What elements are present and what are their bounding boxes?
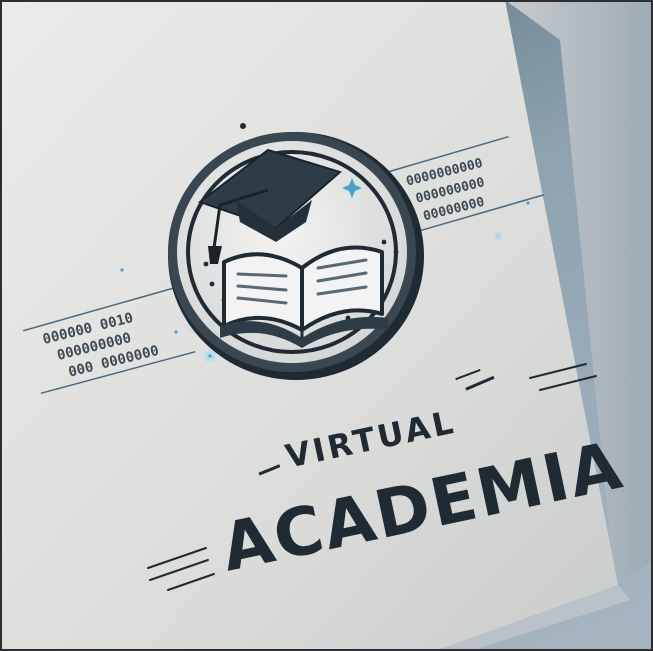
glow-particle xyxy=(493,231,503,241)
logo-artwork: 000000 0010 000000000 000 0000000 000000… xyxy=(0,0,653,651)
logo-mockup-scene: 000000 0010 000000000 000 0000000 000000… xyxy=(0,0,653,651)
